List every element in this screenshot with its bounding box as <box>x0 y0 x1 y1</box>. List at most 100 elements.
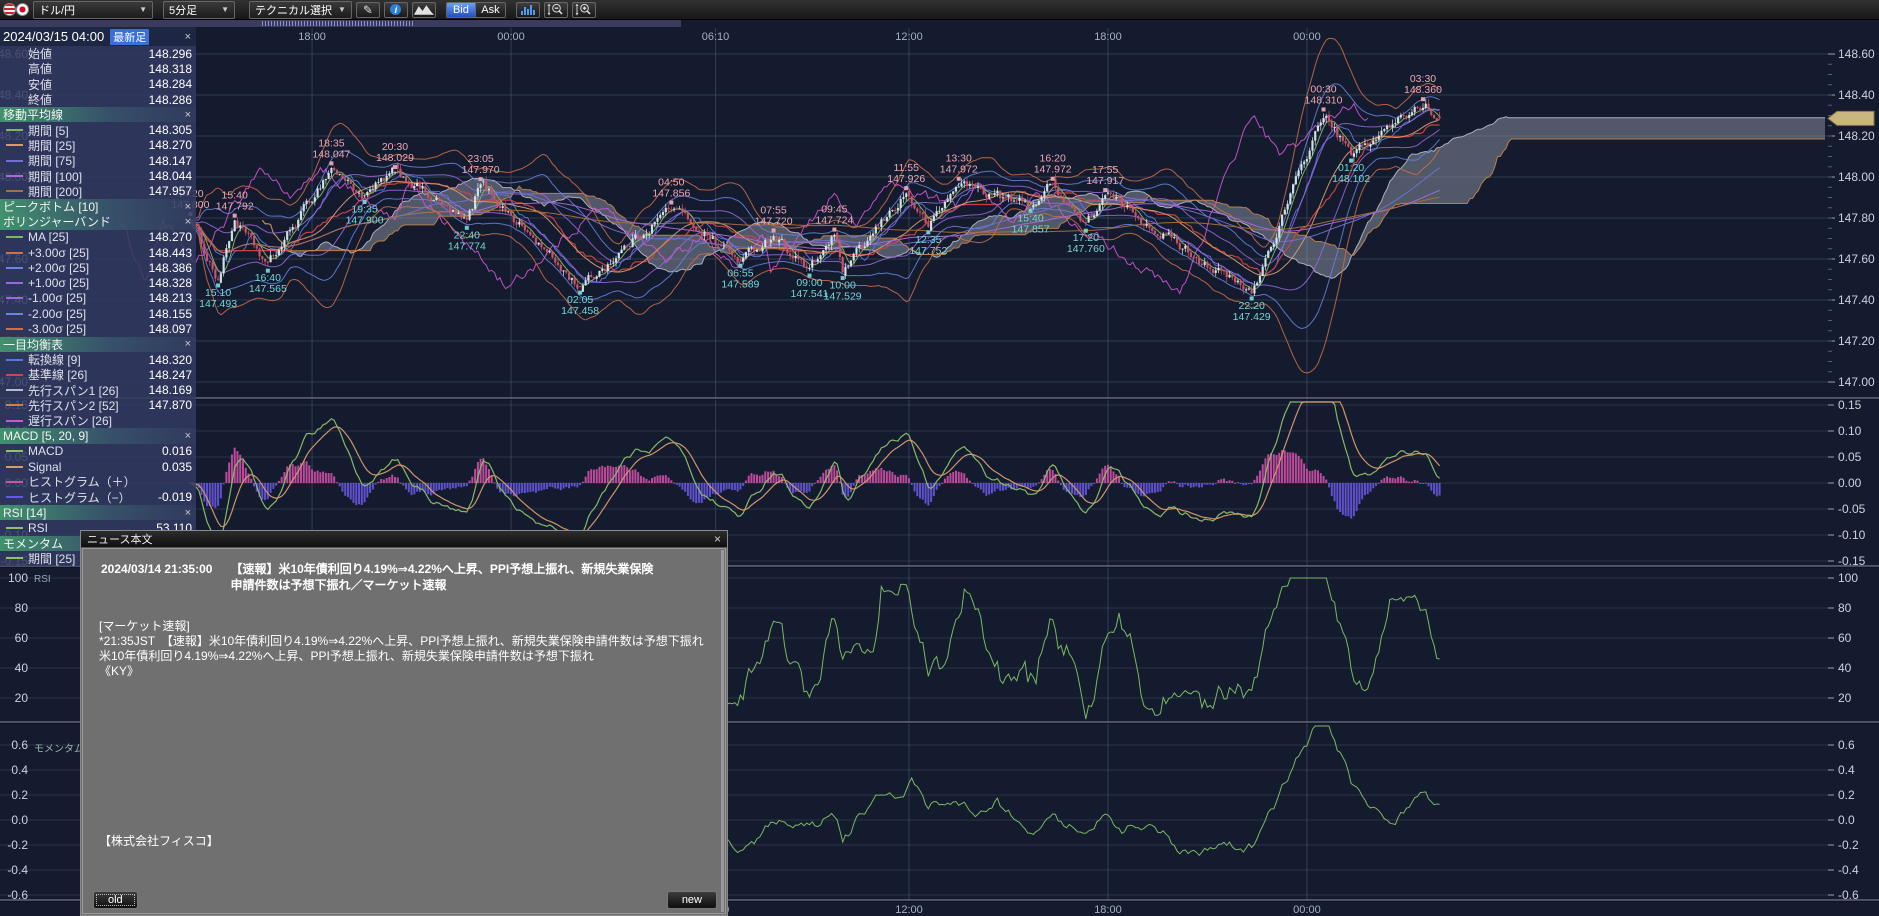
close-icon[interactable]: × <box>183 109 193 121</box>
chevron-down-icon: ▼ <box>133 5 147 14</box>
indicator-label: 遅行スパン [26] <box>28 412 112 429</box>
svg-text:147.970: 147.970 <box>462 164 500 176</box>
svg-text:80: 80 <box>15 601 29 615</box>
svg-text:147.565: 147.565 <box>249 283 287 295</box>
indicator-label: ヒストグラム（−） <box>28 489 131 506</box>
indicator-label: 期間 [25] <box>28 550 75 567</box>
svg-text:40: 40 <box>15 661 29 675</box>
svg-text:148.047: 148.047 <box>312 148 350 160</box>
svg-text:0.05: 0.05 <box>1838 450 1862 464</box>
indicator-value: 148.155 <box>149 307 192 321</box>
draw-tool-button[interactable]: ✎ <box>356 2 380 18</box>
zoom-out-button[interactable] <box>544 2 568 18</box>
news-popup-titlebar[interactable]: ニュース本文 × <box>81 531 727 548</box>
indicator-row: +1.00σ [25] 148.328 <box>0 275 196 290</box>
close-icon[interactable]: × <box>183 216 193 228</box>
svg-text:0.2: 0.2 <box>11 788 28 802</box>
japan-flag-icon <box>16 3 29 16</box>
indicator-value: 148.328 <box>149 276 192 290</box>
section-header: ボリンジャーバンド× <box>0 214 196 229</box>
indicator-row: 安値148.284 <box>0 77 196 92</box>
ask-button[interactable]: Ask <box>476 2 506 18</box>
svg-text:モメンタム: モメンタム <box>34 743 84 755</box>
close-icon[interactable]: × <box>183 507 193 519</box>
news-scrollbar[interactable] <box>721 550 724 912</box>
news-headline: 2024/03/14 21:35:00 【速報】米10年債利回り4.19%⇒4.… <box>101 561 711 593</box>
svg-text:-0.4: -0.4 <box>7 863 28 877</box>
section-header: MACD [5, 20, 9]× <box>0 428 196 443</box>
indicator-value: 148.213 <box>149 291 192 305</box>
line-swatch-icon <box>6 496 23 498</box>
news-popup-title: ニュース本文 <box>87 531 152 547</box>
line-swatch-icon <box>6 144 23 146</box>
mountain-icon <box>413 3 435 16</box>
indicator-value: 148.284 <box>149 77 192 91</box>
currency-pair-select[interactable]: ドル/円 ▼ <box>33 1 153 19</box>
old-button[interactable]: old <box>93 891 138 909</box>
svg-text:147.856: 147.856 <box>652 188 690 200</box>
svg-text:148.60: 148.60 <box>1838 47 1875 61</box>
svg-text:0.15: 0.15 <box>1838 398 1862 412</box>
close-icon[interactable]: × <box>183 430 193 442</box>
line-swatch-icon <box>6 374 23 376</box>
svg-text:-0.2: -0.2 <box>7 838 28 852</box>
line-swatch-icon <box>6 328 23 330</box>
indicator-value: 148.320 <box>149 353 192 367</box>
svg-text:147.589: 147.589 <box>721 278 759 290</box>
currency-pair-label: ドル/円 <box>39 2 75 18</box>
indicator-label: RSI <box>28 521 48 535</box>
close-icon[interactable]: × <box>183 201 193 213</box>
bid-button[interactable]: Bid <box>446 2 476 18</box>
svg-text:40: 40 <box>1838 661 1852 675</box>
svg-text:0.6: 0.6 <box>1838 738 1855 752</box>
technical-select-button[interactable]: テクニカル選択 ▼ <box>249 1 352 19</box>
timeframe-select[interactable]: 5分足 ▼ <box>163 1 235 19</box>
svg-text:RSI: RSI <box>34 574 51 585</box>
indicator-label: +3.00σ [25] <box>28 246 89 260</box>
svg-text:147.774: 147.774 <box>448 240 486 252</box>
new-button[interactable]: new <box>667 891 717 909</box>
indicator-label: +2.00σ [25] <box>28 261 89 275</box>
section-header: ピークボトム [10]× <box>0 199 196 214</box>
indicator-value: 147.870 <box>149 398 192 412</box>
zoom-in-button[interactable] <box>572 2 596 18</box>
svg-text:0.4: 0.4 <box>11 763 28 777</box>
close-icon[interactable]: × <box>183 31 193 43</box>
mountain-chart-button[interactable] <box>412 2 436 18</box>
indicator-row: 期間 [100]148.044 <box>0 168 196 183</box>
indicator-label: MA [25] <box>28 230 69 244</box>
indicator-value: 148.296 <box>149 47 192 61</box>
oscillator-panel-button[interactable] <box>516 2 540 18</box>
close-icon[interactable]: × <box>714 532 721 546</box>
indicator-label: +1.00σ [25] <box>28 276 89 290</box>
fx-chart-app: 148.60148.60148.40148.40148.20148.20148.… <box>0 0 1879 916</box>
svg-text:20: 20 <box>15 691 29 705</box>
svg-text:0.0: 0.0 <box>11 813 28 827</box>
news-body-text: [マーケット速報] *21:35JST 【速報】米10年債利回り4.19%⇒4.… <box>99 619 711 679</box>
svg-text:147.760: 147.760 <box>1067 243 1105 255</box>
us-flag-icon <box>3 3 16 16</box>
indicator-row: 期間 [25]148.270 <box>0 138 196 153</box>
svg-text:147.60: 147.60 <box>1838 252 1875 266</box>
svg-text:18:00: 18:00 <box>1094 904 1122 916</box>
line-swatch-icon <box>6 282 23 284</box>
info-button[interactable]: i <box>384 2 408 18</box>
svg-text:147.40: 147.40 <box>1838 293 1875 307</box>
indicator-row: +2.00σ [25]148.386 <box>0 260 196 275</box>
close-icon[interactable]: × <box>183 338 193 350</box>
zoom-out-icon <box>546 3 565 16</box>
waveform-icon <box>519 4 537 16</box>
section-header: RSI [14]× <box>0 505 196 520</box>
indicator-row: 期間 [200]147.957 <box>0 184 196 199</box>
ask-label: Ask <box>481 4 499 16</box>
indicator-row: 転換線 [9]148.320 <box>0 352 196 367</box>
history-loader-strip[interactable] <box>0 20 681 27</box>
svg-text:0.0: 0.0 <box>1838 813 1855 827</box>
chevron-down-icon: ▼ <box>215 5 229 14</box>
svg-text:-0.4: -0.4 <box>1838 863 1859 877</box>
line-swatch-icon <box>6 313 23 315</box>
indicator-value: 148.097 <box>149 322 192 336</box>
svg-text:12:00: 12:00 <box>895 904 923 916</box>
svg-text:0.4: 0.4 <box>1838 763 1855 777</box>
svg-text:12:00: 12:00 <box>895 31 923 43</box>
